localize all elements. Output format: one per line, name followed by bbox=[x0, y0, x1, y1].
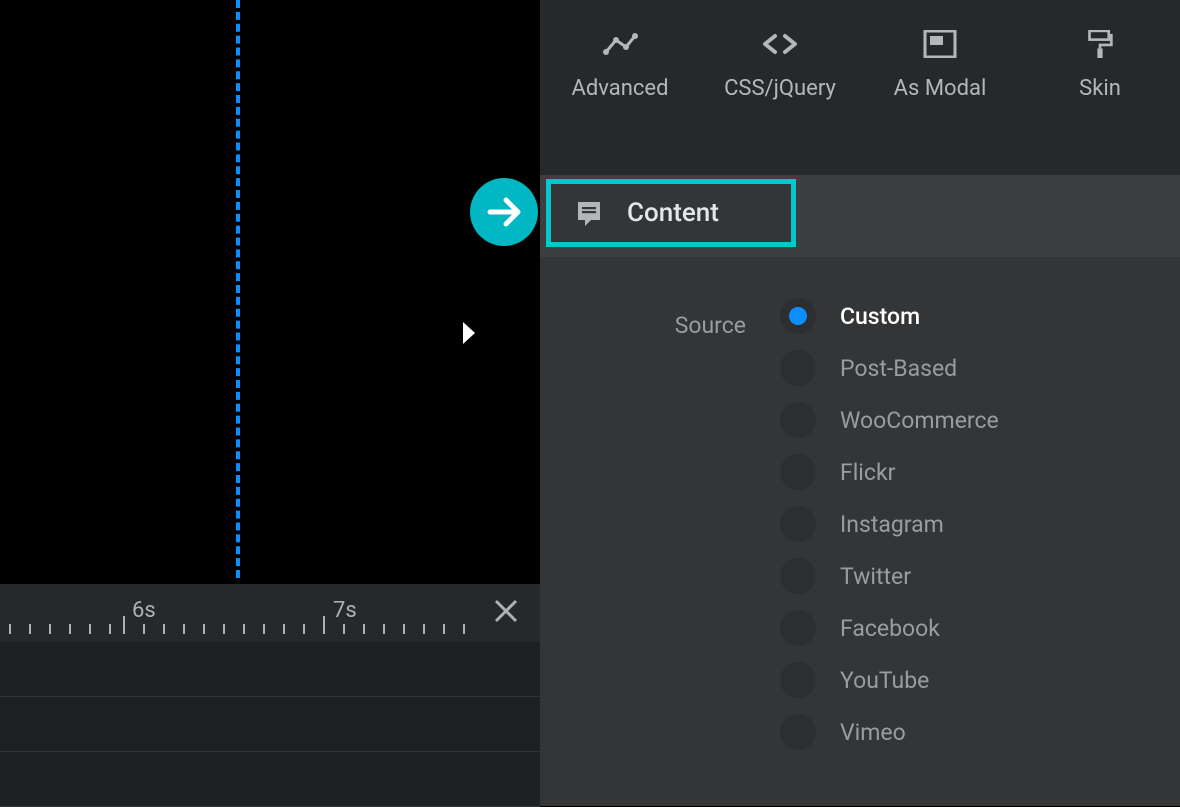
callout-arrow-badge bbox=[470, 178, 538, 246]
expand-panel-handle[interactable] bbox=[454, 318, 484, 348]
tab-label: As Modal bbox=[894, 76, 987, 101]
line-chart-icon bbox=[602, 30, 638, 58]
ruler-mark: 6s bbox=[132, 598, 156, 623]
content-section-button[interactable]: Content bbox=[546, 179, 796, 247]
radio-indicator bbox=[780, 558, 816, 594]
source-row: Source Custom Post-Based WooCommerce Flickr… bbox=[540, 298, 1180, 750]
tab-label: Advanced bbox=[572, 76, 669, 101]
track-row[interactable] bbox=[0, 752, 540, 807]
content-icon bbox=[575, 199, 603, 227]
source-options: Custom Post-Based WooCommerce Flickr Instagr… bbox=[780, 298, 999, 750]
section-header: Content bbox=[540, 175, 1180, 257]
chevron-right-icon bbox=[459, 320, 479, 346]
radio-label: Post-Based bbox=[840, 355, 957, 382]
radio-label: Twitter bbox=[840, 563, 911, 590]
radio-label: YouTube bbox=[840, 667, 929, 694]
tab-cssjquery[interactable]: CSS/jQuery bbox=[700, 30, 860, 101]
radio-indicator bbox=[780, 506, 816, 542]
tab-asmodal[interactable]: As Modal bbox=[860, 30, 1020, 101]
code-brackets-icon bbox=[762, 30, 798, 58]
source-option-vimeo[interactable]: Vimeo bbox=[780, 714, 999, 750]
radio-indicator bbox=[780, 714, 816, 750]
modal-window-icon bbox=[922, 30, 958, 58]
close-icon bbox=[492, 597, 520, 625]
source-option-youtube[interactable]: YouTube bbox=[780, 662, 999, 698]
radio-label: Flickr bbox=[840, 459, 895, 486]
close-timeline-button[interactable] bbox=[486, 591, 526, 631]
editor-canvas[interactable] bbox=[0, 0, 540, 584]
ruler-mark: 7s bbox=[333, 598, 357, 623]
ruler-ticks bbox=[0, 602, 540, 634]
tab-label: CSS/jQuery bbox=[724, 76, 836, 101]
settings-panel: Advanced CSS/jQuery As Modal bbox=[540, 0, 1180, 806]
source-option-flickr[interactable]: Flickr bbox=[780, 454, 999, 490]
radio-indicator bbox=[780, 610, 816, 646]
radio-label: Instagram bbox=[840, 511, 944, 538]
playhead-indicator bbox=[236, 0, 240, 578]
radio-indicator bbox=[780, 350, 816, 386]
radio-indicator bbox=[780, 662, 816, 698]
track-row[interactable] bbox=[0, 642, 540, 697]
tab-label: Skin bbox=[1079, 76, 1121, 101]
radio-label: WooCommerce bbox=[840, 407, 999, 434]
source-option-custom[interactable]: Custom bbox=[780, 298, 999, 334]
source-option-instagram[interactable]: Instagram bbox=[780, 506, 999, 542]
source-option-postbased[interactable]: Post-Based bbox=[780, 350, 999, 386]
radio-label: Facebook bbox=[840, 615, 940, 642]
arrow-right-icon bbox=[484, 192, 524, 232]
radio-label: Custom bbox=[840, 303, 920, 330]
radio-label: Vimeo bbox=[840, 719, 906, 746]
source-option-twitter[interactable]: Twitter bbox=[780, 558, 999, 594]
radio-indicator bbox=[780, 402, 816, 438]
paint-roller-icon bbox=[1082, 30, 1118, 58]
panel-tabbar: Advanced CSS/jQuery As Modal bbox=[540, 0, 1180, 175]
section-title: Content bbox=[627, 198, 719, 228]
timeline-ruler[interactable]: 6s 7s bbox=[0, 584, 540, 642]
source-label: Source bbox=[540, 298, 780, 750]
radio-indicator bbox=[780, 454, 816, 490]
tab-advanced[interactable]: Advanced bbox=[540, 30, 700, 101]
tab-skin[interactable]: Skin bbox=[1020, 30, 1180, 101]
source-option-woocommerce[interactable]: WooCommerce bbox=[780, 402, 999, 438]
timeline-tracks[interactable] bbox=[0, 642, 540, 806]
source-option-facebook[interactable]: Facebook bbox=[780, 610, 999, 646]
track-row[interactable] bbox=[0, 697, 540, 752]
radio-indicator bbox=[780, 298, 816, 334]
